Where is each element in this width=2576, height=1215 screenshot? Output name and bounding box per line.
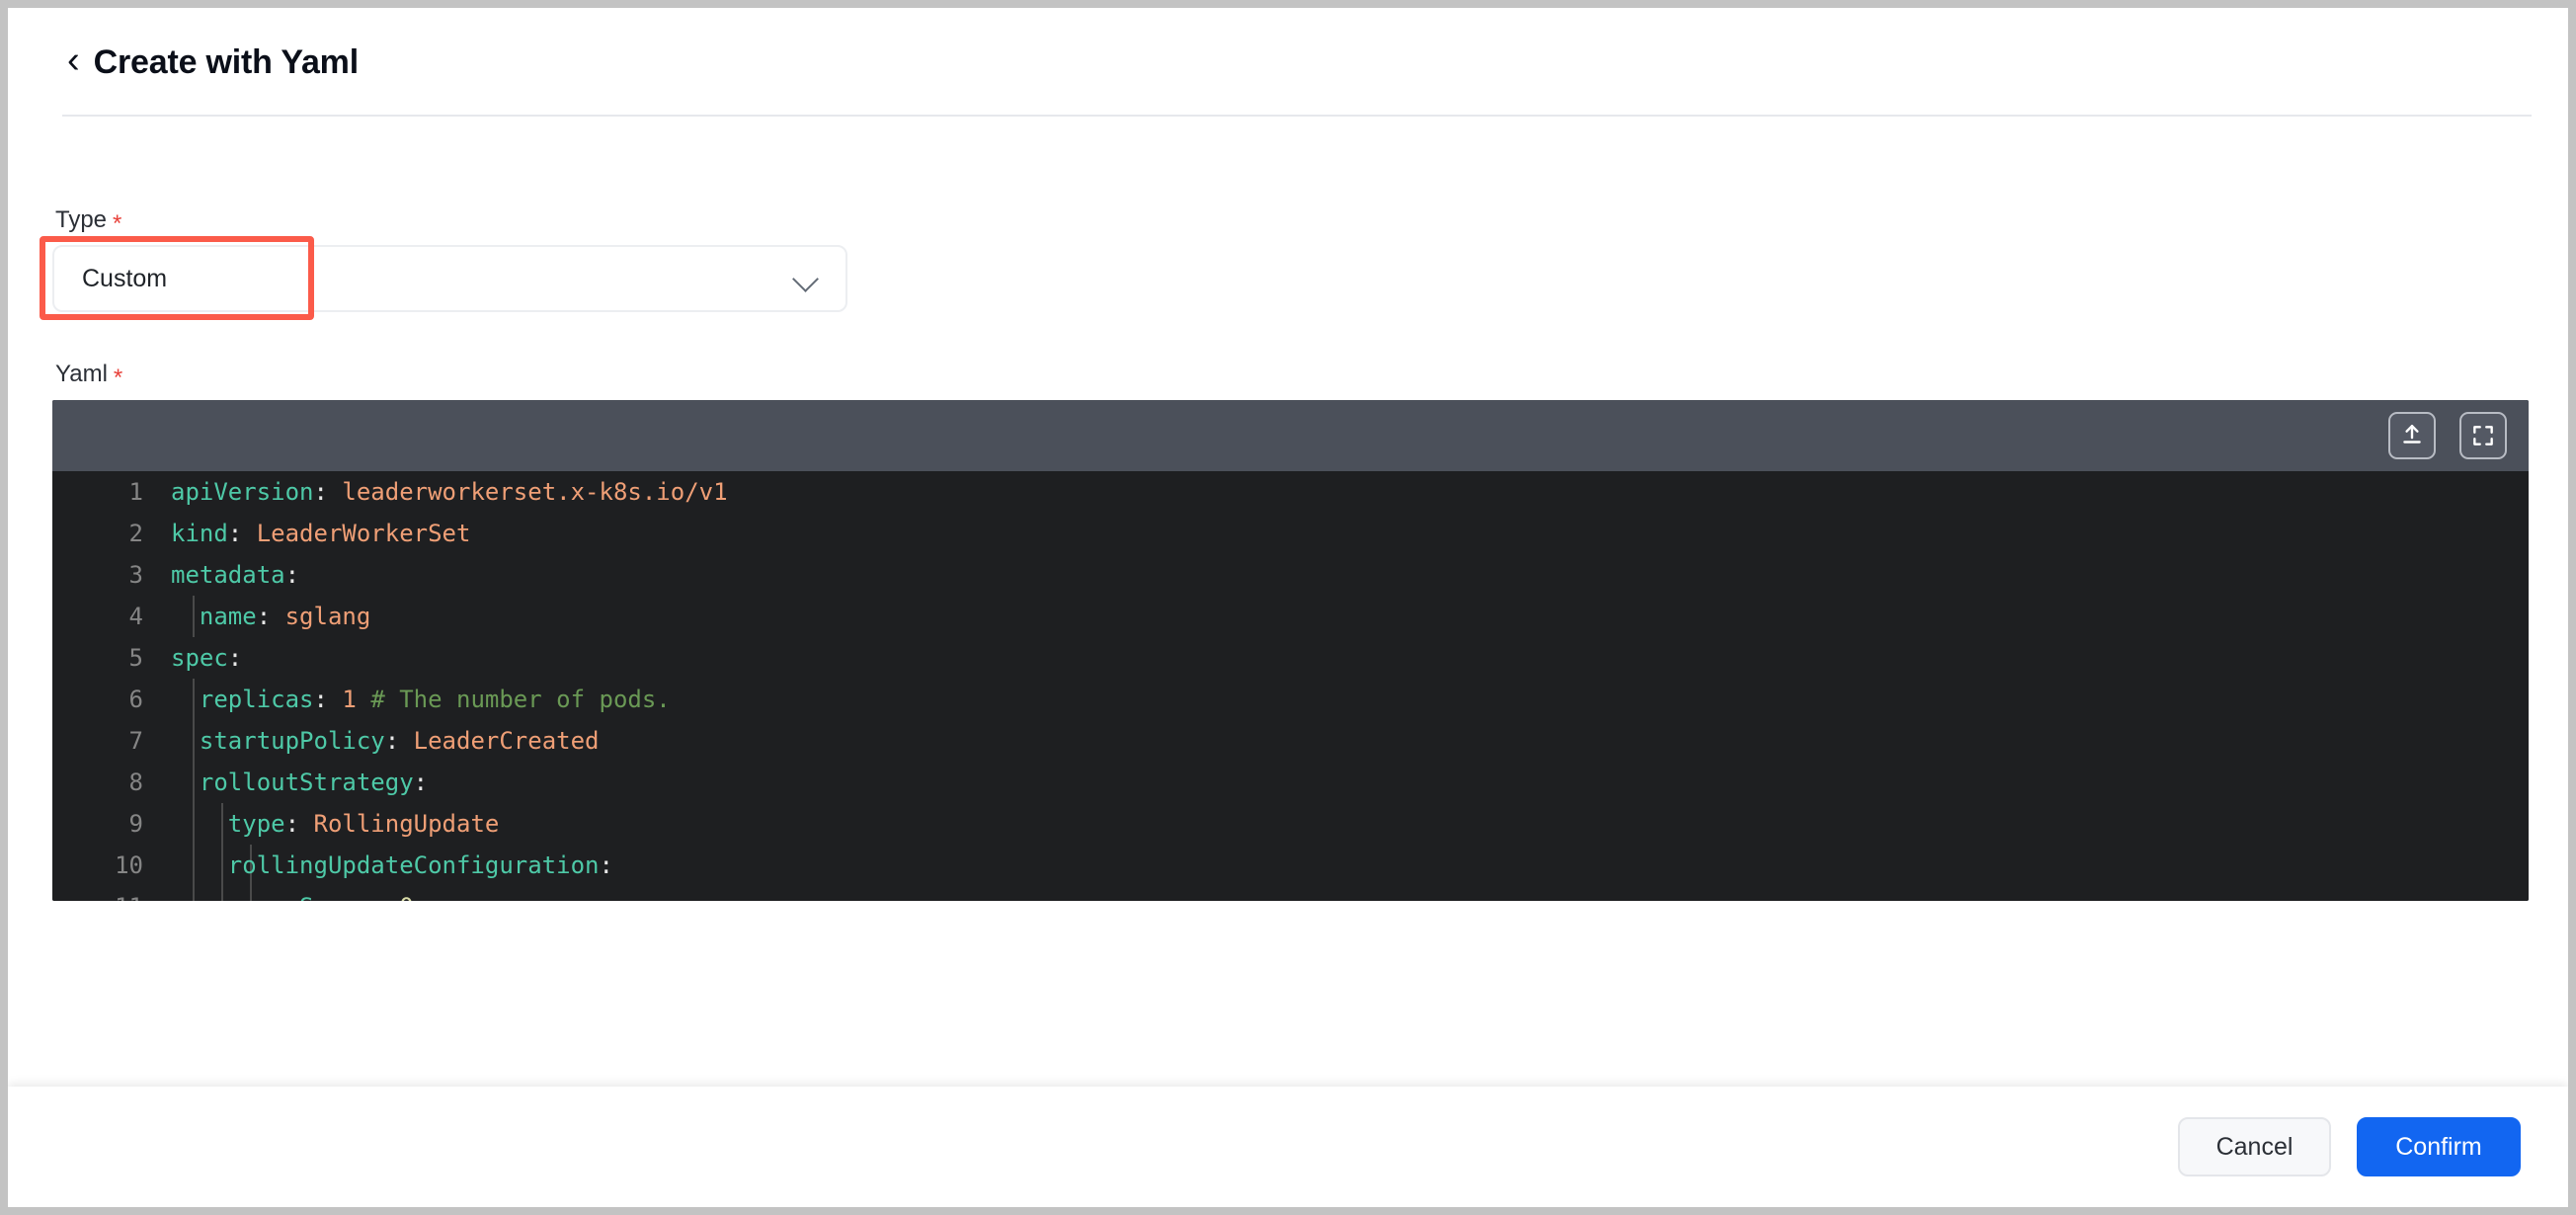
fullscreen-icon[interactable] — [2459, 412, 2507, 459]
header-divider — [62, 115, 2532, 117]
line-number: 4 — [128, 603, 143, 630]
code-line[interactable]: 8 rolloutStrategy: — [52, 762, 2529, 803]
yaml-label-text: Yaml — [55, 361, 108, 387]
code-line[interactable]: 4 name: sglang — [52, 596, 2529, 637]
code-line-text: startupPolicy: LeaderCreated — [171, 727, 600, 755]
create-with-yaml-page: ‹ Create with Yaml Type* Custom Yaml* — [8, 8, 2568, 1207]
cancel-button[interactable]: Cancel — [2178, 1117, 2331, 1176]
code-line[interactable]: 9 type: RollingUpdate — [52, 803, 2529, 845]
code-line[interactable]: 10 rollingUpdateConfiguration: — [52, 845, 2529, 886]
chevron-down-icon[interactable] — [792, 264, 822, 293]
code-line-text: rollingUpdateConfiguration: — [171, 851, 613, 879]
type-select[interactable]: Custom — [52, 245, 847, 312]
line-number: 6 — [128, 686, 143, 713]
code-line[interactable]: 2 kind: LeaderWorkerSet — [52, 513, 2529, 554]
type-select-value: Custom — [82, 264, 168, 292]
type-required-marker: * — [113, 210, 122, 237]
code-line-text: maxSurge: 0 — [171, 893, 414, 901]
line-number: 7 — [128, 727, 143, 755]
code-body[interactable]: 1 apiVersion: leaderworkerset.x-k8s.io/v1… — [52, 471, 2529, 901]
line-number: 2 — [128, 520, 143, 547]
page-header: ‹ Create with Yaml — [8, 8, 2568, 117]
code-line-text: name: sglang — [171, 603, 371, 630]
line-number: 1 — [128, 478, 143, 506]
page-title: Create with Yaml — [93, 42, 359, 81]
line-number: 10 — [115, 851, 143, 879]
code-line-text: metadata: — [171, 561, 300, 589]
line-number: 9 — [128, 810, 143, 838]
yaml-required-marker: * — [113, 364, 123, 391]
type-label-text: Type — [55, 206, 108, 233]
editor-toolbar — [52, 400, 2529, 471]
code-line-text: rolloutStrategy: — [171, 769, 429, 796]
upload-icon[interactable] — [2388, 412, 2436, 459]
code-line-text: apiVersion: leaderworkerset.x-k8s.io/v1 — [171, 478, 728, 506]
yaml-field-label: Yaml * — [55, 361, 123, 391]
code-line-text: kind: LeaderWorkerSet — [171, 520, 471, 547]
code-line[interactable]: 3 metadata: — [52, 554, 2529, 596]
line-number: 3 — [128, 561, 143, 589]
code-line[interactable]: 6 replicas: 1 # The number of pods. — [52, 679, 2529, 720]
chevron-left-icon[interactable]: ‹ — [67, 41, 80, 79]
type-field-label: Type * — [55, 206, 122, 237]
code-lines[interactable]: 1 apiVersion: leaderworkerset.x-k8s.io/v1… — [52, 471, 2529, 901]
line-number: 5 — [128, 644, 143, 672]
line-number: 8 — [128, 769, 143, 796]
code-line[interactable]: 1 apiVersion: leaderworkerset.x-k8s.io/v1 — [52, 471, 2529, 513]
code-line-text: type: RollingUpdate — [171, 810, 500, 838]
yaml-code-editor[interactable]: 1 apiVersion: leaderworkerset.x-k8s.io/v1… — [52, 400, 2529, 901]
code-line-text: spec: — [171, 644, 243, 672]
code-line[interactable]: 7 startupPolicy: LeaderCreated — [52, 720, 2529, 762]
code-line[interactable]: 5 spec: — [52, 637, 2529, 679]
code-line-text: replicas: 1 # The number of pods. — [171, 686, 671, 713]
confirm-button[interactable]: Confirm — [2357, 1117, 2521, 1176]
code-line[interactable]: 11 maxSurge: 0 — [52, 886, 2529, 901]
line-number: 11 — [52, 893, 171, 901]
page-footer: Cancel Confirm — [8, 1087, 2568, 1207]
